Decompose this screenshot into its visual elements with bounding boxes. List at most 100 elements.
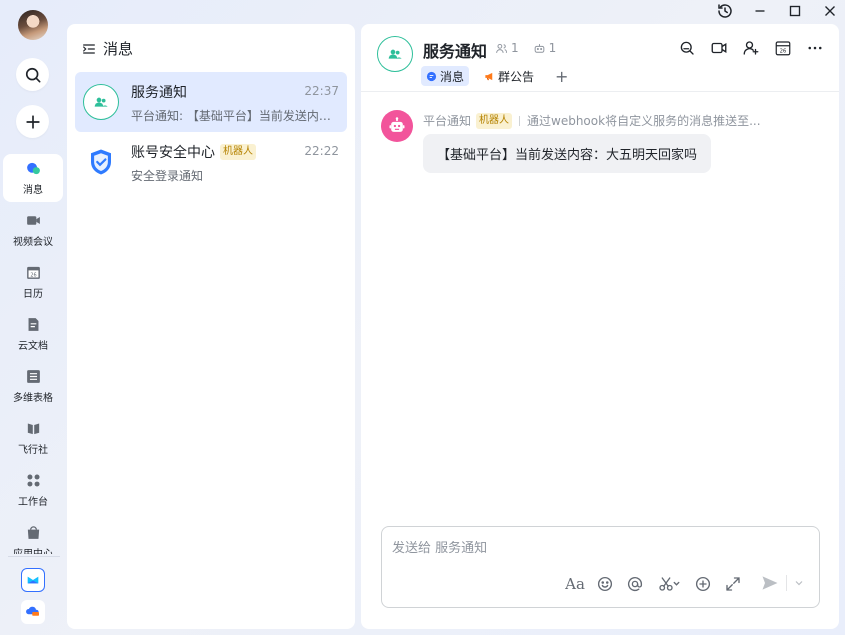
more-actions-button[interactable] xyxy=(692,573,714,595)
rail-divider xyxy=(8,556,60,557)
meta-divider xyxy=(519,115,521,126)
send-area xyxy=(760,573,805,593)
conversation-list-panel: 消息 服务通知 22:37 平台通知: 【基础平台】当前发送内容：大五明天回家吗… xyxy=(67,24,355,629)
user-avatar[interactable] xyxy=(18,10,48,40)
add-tab-button[interactable]: + xyxy=(555,67,568,86)
member-count-value: 1 xyxy=(511,41,519,55)
chat-header-tools: 26 xyxy=(665,38,825,58)
rail-item-label: 视频会议 xyxy=(13,237,53,248)
more-button[interactable] xyxy=(805,38,825,58)
collapse-list-icon[interactable] xyxy=(81,41,97,57)
chevron-down-icon[interactable] xyxy=(793,577,805,589)
rail-item-messages[interactable]: 消息 xyxy=(3,154,63,202)
close-icon xyxy=(825,6,835,16)
expand-icon xyxy=(726,577,740,591)
add-member-button[interactable] xyxy=(741,38,761,58)
video-call-button[interactable] xyxy=(709,38,729,58)
calendar-icon: 26 xyxy=(26,266,40,279)
list-header: 消息 xyxy=(81,38,133,59)
mention-button[interactable] xyxy=(624,573,646,595)
chat-title[interactable]: 服务通知 xyxy=(423,38,487,62)
calendar-icon: 26 xyxy=(775,41,791,56)
emoji-button[interactable] xyxy=(594,573,616,595)
conversation-avatar xyxy=(83,84,119,120)
chat-header-divider xyxy=(361,91,839,92)
conversation-item-service-notification[interactable]: 服务通知 22:37 平台通知: 【基础平台】当前发送内容：大五明天回家吗 xyxy=(75,72,347,132)
video-call-icon xyxy=(711,42,727,54)
plus-icon xyxy=(25,114,40,129)
tab-messages[interactable]: 消息 xyxy=(421,66,470,86)
conversation-time: 22:37 xyxy=(304,84,339,98)
maximize-icon xyxy=(789,5,801,17)
left-rail: 消息 视频会议 26 日历 云文档 多维表格 飞行社 工作台 应用中心 xyxy=(0,0,66,635)
rail-item-cloud-docs[interactable]: 云文档 xyxy=(3,310,63,358)
bot-count[interactable]: 1 xyxy=(533,41,556,55)
members-icon xyxy=(496,43,507,53)
rail-item-label: 消息 xyxy=(23,185,43,196)
message-sender[interactable]: 平台通知 xyxy=(423,112,471,129)
rail-item-flight-club[interactable]: 飞行社 xyxy=(3,414,63,462)
sender-description: 通过webhook将自定义服务的消息推送至... xyxy=(527,114,761,128)
video-meeting-icon xyxy=(26,216,40,225)
chat-meta: 1 1 xyxy=(495,41,570,55)
rail-item-label: 多维表格 xyxy=(13,393,53,404)
app-center-icon xyxy=(27,526,39,539)
conversation-name: 服务通知 xyxy=(131,85,187,101)
rail-item-workplace[interactable]: 工作台 xyxy=(3,466,63,514)
rail-app-shortcut[interactable] xyxy=(21,568,45,592)
mention-icon xyxy=(627,576,643,592)
rail-item-label: 日历 xyxy=(23,289,43,300)
history-button[interactable] xyxy=(710,0,740,22)
history-icon xyxy=(718,4,732,18)
scissors-icon xyxy=(659,577,680,591)
chat-panel: 服务通知 1 1 26 消息 群公告 + 平台通知 机器人 通过webhook将… xyxy=(361,24,839,629)
search-chat-button[interactable] xyxy=(677,38,697,58)
conversation-preview: 平台通知: 【基础平台】当前发送内容：大五明天回家吗 xyxy=(131,109,337,123)
conversation-preview: 安全登录通知 xyxy=(131,169,204,183)
emoji-icon xyxy=(597,576,613,592)
message-input[interactable] xyxy=(392,541,792,556)
message-avatar[interactable] xyxy=(381,110,413,142)
member-count[interactable]: 1 xyxy=(495,41,519,55)
screenshot-button[interactable] xyxy=(654,573,684,595)
rail-item-app-center[interactable]: 应用中心 xyxy=(3,518,63,554)
format-icon: Aa xyxy=(565,575,585,593)
bot-icon xyxy=(534,43,544,53)
service-notification-icon xyxy=(388,49,402,59)
shield-icon xyxy=(91,149,111,175)
rail-item-label: 飞行社 xyxy=(18,445,48,456)
calendar-button[interactable]: 26 xyxy=(773,38,793,58)
conversation-item-account-security[interactable]: 账号安全中心 机器人 22:22 安全登录通知 xyxy=(75,132,347,192)
send-divider xyxy=(786,575,787,591)
rail-item-label: 工作台 xyxy=(18,497,48,508)
message-bubble[interactable]: 【基础平台】当前发送内容：大五明天回家吗 xyxy=(423,134,712,173)
cloud-app-icon xyxy=(26,606,39,616)
rail-item-bitable[interactable]: 多维表格 xyxy=(3,362,63,410)
minimize-button[interactable] xyxy=(745,0,775,22)
rail-item-calendar[interactable]: 26 日历 xyxy=(3,258,63,306)
send-icon[interactable] xyxy=(760,573,780,593)
create-button[interactable] xyxy=(16,105,49,138)
minimize-icon xyxy=(755,10,765,12)
chat-avatar[interactable] xyxy=(377,36,413,72)
format-button[interactable]: Aa xyxy=(564,573,586,595)
flight-club-icon xyxy=(27,423,39,435)
search-chat-icon xyxy=(680,41,694,55)
bot-tag: 机器人 xyxy=(220,144,256,160)
close-button[interactable] xyxy=(815,0,845,22)
svg-text:26: 26 xyxy=(780,49,787,55)
tab-label: 群公告 xyxy=(498,69,535,84)
chat-bubble-icon xyxy=(426,71,437,81)
tab-announcement[interactable]: 群公告 xyxy=(479,66,539,86)
search-button[interactable] xyxy=(16,58,49,91)
megaphone-icon xyxy=(485,72,493,80)
bitable-icon xyxy=(26,370,40,383)
robot-icon xyxy=(389,117,405,132)
tab-label: 消息 xyxy=(440,69,465,84)
rail-item-video-meeting[interactable]: 视频会议 xyxy=(3,206,63,254)
bot-tag: 机器人 xyxy=(476,112,513,129)
maximize-button[interactable] xyxy=(780,0,810,22)
rail-app-cloud-shortcut[interactable] xyxy=(21,600,45,624)
expand-button[interactable] xyxy=(722,573,744,595)
message-icon xyxy=(26,162,40,175)
